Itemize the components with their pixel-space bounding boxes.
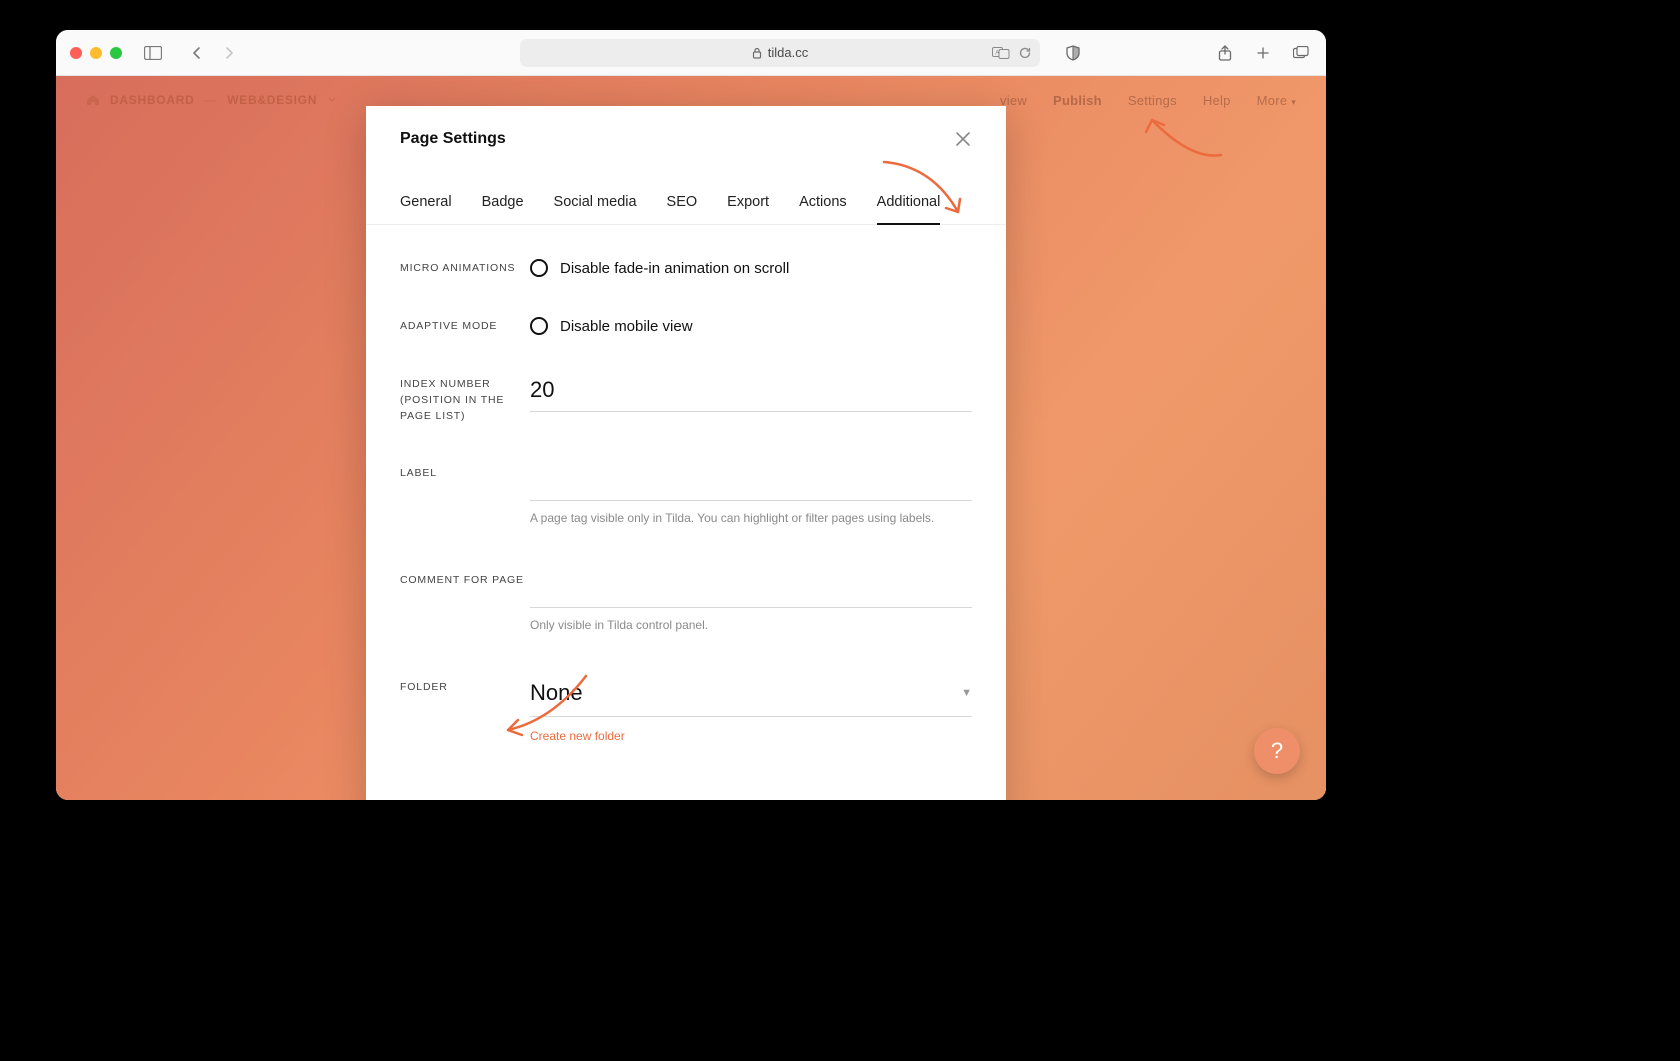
tabs-overview-icon[interactable] xyxy=(1290,42,1312,64)
label-adaptive-mode: ADAPTIVE MODE xyxy=(400,317,530,335)
nav-back-icon[interactable] xyxy=(186,42,208,64)
tab-export[interactable]: Export xyxy=(727,194,769,224)
label-comment-for-page: COMMENT FOR PAGE xyxy=(400,571,530,632)
window-zoom[interactable] xyxy=(110,47,122,59)
page-settings-modal: Page Settings General Badge Social media… xyxy=(366,106,1006,800)
radio-icon xyxy=(530,317,548,335)
nav-help[interactable]: Help xyxy=(1203,93,1231,108)
lock-icon xyxy=(752,47,762,59)
breadcrumb-dashboard[interactable]: DASHBOARD xyxy=(110,93,194,107)
svg-text:A: A xyxy=(995,50,999,56)
url-host: tilda.cc xyxy=(768,45,808,60)
app-background: DASHBOARD — WEB&DESIGN view Publish Sett… xyxy=(56,76,1326,800)
modal-tabs: General Badge Social media SEO Export Ac… xyxy=(366,194,1006,225)
folder-select[interactable]: None ▼ xyxy=(530,678,972,717)
new-tab-icon[interactable] xyxy=(1252,42,1274,64)
option-disable-fade-in-label: Disable fade-in animation on scroll xyxy=(560,260,789,277)
privacy-shield-icon[interactable] xyxy=(1062,42,1084,64)
browser-titlebar: tilda.cc A xyxy=(56,30,1326,76)
label-label-field: LABEL xyxy=(400,464,530,525)
tab-actions[interactable]: Actions xyxy=(799,194,847,224)
window-controls xyxy=(70,47,122,59)
label-folder: FOLDER xyxy=(400,678,530,745)
nav-more[interactable]: More ▾ xyxy=(1257,93,1296,108)
close-icon xyxy=(954,130,972,148)
window-close[interactable] xyxy=(70,47,82,59)
tab-badge[interactable]: Badge xyxy=(482,194,524,224)
label-micro-animations: MICRO ANIMATIONS xyxy=(400,259,530,277)
folder-select-value: None xyxy=(530,680,583,706)
comment-input[interactable] xyxy=(530,571,972,608)
tab-seo[interactable]: SEO xyxy=(667,194,698,224)
nav-settings[interactable]: Settings xyxy=(1128,93,1177,108)
option-disable-mobile-view[interactable]: Disable mobile view xyxy=(530,317,972,335)
label-hint: A page tag visible only in Tilda. You ca… xyxy=(530,511,972,525)
chevron-down-icon[interactable] xyxy=(327,96,337,104)
close-button[interactable] xyxy=(954,130,972,148)
create-new-folder-link[interactable]: Create new folder xyxy=(530,729,625,743)
browser-window: tilda.cc A xyxy=(56,30,1326,800)
nav-forward-icon[interactable] xyxy=(218,42,240,64)
reload-icon[interactable] xyxy=(1018,46,1032,60)
chevron-down-icon: ▼ xyxy=(961,687,972,699)
radio-icon xyxy=(530,259,548,277)
option-disable-fade-in[interactable]: Disable fade-in animation on scroll xyxy=(530,259,972,277)
tab-social-media[interactable]: Social media xyxy=(554,194,637,224)
nav-publish[interactable]: Publish xyxy=(1053,93,1102,108)
share-icon[interactable] xyxy=(1214,42,1236,64)
help-fab[interactable]: ? xyxy=(1254,728,1300,774)
tab-additional[interactable]: Additional xyxy=(877,194,941,224)
option-disable-mobile-view-label: Disable mobile view xyxy=(560,318,693,335)
sidebar-toggle-icon[interactable] xyxy=(142,42,164,64)
breadcrumb-project[interactable]: WEB&DESIGN xyxy=(227,93,317,107)
url-bar[interactable]: tilda.cc A xyxy=(520,39,1040,67)
label-index-number: INDEX NUMBER (POSITION IN THE PAGE LIST) xyxy=(400,375,530,424)
index-number-input[interactable] xyxy=(530,375,972,412)
modal-title: Page Settings xyxy=(400,130,506,148)
comment-hint: Only visible in Tilda control panel. xyxy=(530,618,972,632)
tab-general[interactable]: General xyxy=(400,194,452,224)
window-minimize[interactable] xyxy=(90,47,102,59)
label-input[interactable] xyxy=(530,464,972,501)
home-icon[interactable] xyxy=(86,94,100,106)
help-fab-label: ? xyxy=(1271,738,1283,764)
translate-icon[interactable]: A xyxy=(992,46,1010,60)
